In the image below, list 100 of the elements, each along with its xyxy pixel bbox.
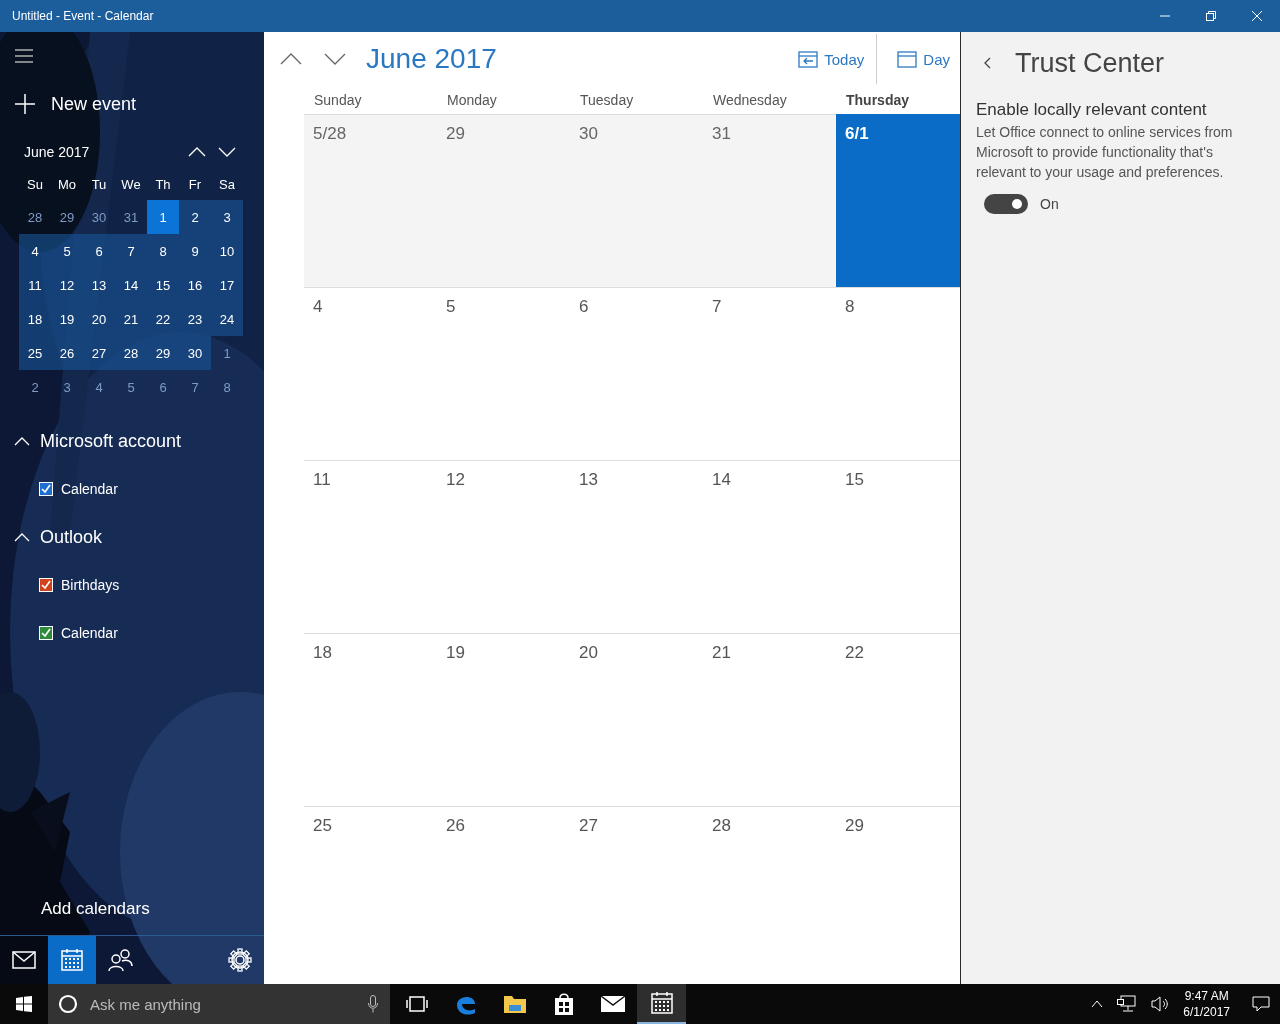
- calendar-day[interactable]: 3: [211, 200, 243, 234]
- volume-button[interactable]: [1151, 996, 1170, 1012]
- calendar-day[interactable]: 4: [19, 234, 51, 268]
- restore-icon: [1206, 11, 1216, 21]
- calendar-day[interactable]: 1: [211, 336, 243, 370]
- calendar-day[interactable]: 22: [147, 302, 179, 336]
- checkbox[interactable]: [39, 482, 53, 496]
- day-cell[interactable]: 7: [703, 287, 836, 460]
- calendar-day[interactable]: 5: [115, 370, 147, 404]
- calendar-day[interactable]: 2: [179, 200, 211, 234]
- day-cell[interactable]: 5: [437, 287, 570, 460]
- calendar-day[interactable]: 28: [19, 200, 51, 234]
- day-cell[interactable]: 6/1: [836, 114, 960, 287]
- calendar-day[interactable]: 15: [147, 268, 179, 302]
- menu-icon[interactable]: [15, 49, 33, 63]
- close-icon: [1252, 11, 1262, 21]
- speech-bubble-icon: [1252, 996, 1270, 1012]
- calendar-button[interactable]: [48, 936, 96, 984]
- day-cell[interactable]: 29: [437, 114, 570, 287]
- calendar-day[interactable]: 17: [211, 268, 243, 302]
- chevron-up-icon: [1091, 1000, 1104, 1008]
- calendar-day[interactable]: 11: [19, 268, 51, 302]
- calendar-day[interactable]: 14: [115, 268, 147, 302]
- calendar-icon: [897, 50, 918, 68]
- day-cell[interactable]: 11: [304, 460, 437, 633]
- calendar-day[interactable]: 9: [179, 234, 211, 268]
- checkbox[interactable]: [39, 626, 53, 640]
- day-cell[interactable]: 6: [570, 287, 703, 460]
- calendar-day[interactable]: 8: [147, 234, 179, 268]
- account-header[interactable]: Microsoft account: [0, 417, 188, 465]
- calendar-day[interactable]: 20: [83, 302, 115, 336]
- calendar-taskbar-button[interactable]: [637, 984, 686, 1024]
- day-cell[interactable]: 20: [570, 633, 703, 806]
- weekday-label: Sa: [218, 175, 236, 194]
- day-cell[interactable]: 14: [703, 460, 836, 633]
- day-view-button[interactable]: Day: [891, 39, 956, 79]
- calendar-day[interactable]: 2: [19, 370, 51, 404]
- calendar-day[interactable]: 7: [115, 234, 147, 268]
- calendar-day[interactable]: 21: [115, 302, 147, 336]
- window-title: Untitled - Event - Calendar: [11, 9, 155, 23]
- weekday-header: Thursday: [845, 92, 910, 108]
- circle-icon: [58, 994, 78, 1014]
- calendar-day[interactable]: 5: [51, 234, 83, 268]
- network-button[interactable]: [1117, 995, 1138, 1013]
- day-cell[interactable]: 30: [570, 114, 703, 287]
- calendar-day[interactable]: 31: [115, 200, 147, 234]
- calendar-day[interactable]: 6: [147, 370, 179, 404]
- action-center-button[interactable]: [1252, 996, 1270, 1012]
- add-calendars-link[interactable]: Add calendars: [0, 885, 156, 933]
- calendar-day[interactable]: 29: [51, 200, 83, 234]
- weekday-label: Su: [26, 175, 44, 194]
- calendar-day[interactable]: 23: [179, 302, 211, 336]
- day-cell[interactable]: 5/28: [304, 114, 437, 287]
- day-cell[interactable]: 4: [304, 287, 437, 460]
- account-header[interactable]: Outlook: [0, 513, 109, 561]
- day-cell[interactable]: 28: [703, 806, 836, 979]
- checkbox[interactable]: [39, 578, 53, 592]
- chevron-up-icon: [14, 532, 30, 542]
- calendar-day[interactable]: 8: [211, 370, 243, 404]
- calendar-day[interactable]: 16: [179, 268, 211, 302]
- calendar-day[interactable]: 18: [19, 302, 51, 336]
- calendar-day[interactable]: 27: [83, 336, 115, 370]
- calendar-day[interactable]: 1: [147, 200, 179, 234]
- calendar-day[interactable]: 12: [51, 268, 83, 302]
- calendar-day[interactable]: 7: [179, 370, 211, 404]
- calendar-day[interactable]: 10: [211, 234, 243, 268]
- calendar-day[interactable]: 19: [51, 302, 83, 336]
- network-icon: [1117, 995, 1138, 1013]
- day-cell[interactable]: 21: [703, 633, 836, 806]
- calendar-name: Calendar: [61, 481, 118, 497]
- day-cell[interactable]: 27: [570, 806, 703, 979]
- day-cell[interactable]: 18: [304, 633, 437, 806]
- weekday-header: Sunday: [313, 92, 363, 108]
- search-field[interactable]: Ask me anything: [88, 994, 368, 1014]
- calendar-day[interactable]: 30: [179, 336, 211, 370]
- day-cell[interactable]: 12: [437, 460, 570, 633]
- calendar-day[interactable]: 4: [83, 370, 115, 404]
- today-button[interactable]: Today: [792, 39, 871, 79]
- calendar-day[interactable]: 24: [211, 302, 243, 336]
- calendar-day[interactable]: 29: [147, 336, 179, 370]
- weekday-label: Mo: [56, 175, 78, 194]
- clock[interactable]: 9:47 AM 6/1/2017: [1183, 988, 1230, 1020]
- day-cell[interactable]: 25: [304, 806, 437, 979]
- day-cell[interactable]: 31: [703, 114, 836, 287]
- calendar-day[interactable]: 30: [83, 200, 115, 234]
- search-box[interactable]: Ask me anything: [48, 984, 390, 1024]
- day-cell[interactable]: 13: [570, 460, 703, 633]
- toggle-switch[interactable]: [984, 194, 1028, 214]
- plus-icon: [15, 94, 35, 114]
- calendar-day[interactable]: 6: [83, 234, 115, 268]
- day-cell[interactable]: 26: [437, 806, 570, 979]
- new-event-button[interactable]: New event: [0, 80, 143, 128]
- calendar-day[interactable]: 25: [19, 336, 51, 370]
- calendar-day[interactable]: 3: [51, 370, 83, 404]
- show-hidden-icons-button[interactable]: [1091, 1000, 1104, 1008]
- day-cell[interactable]: 19: [437, 633, 570, 806]
- calendar-day[interactable]: 13: [83, 268, 115, 302]
- settings-icon: [228, 948, 252, 972]
- calendar-day[interactable]: 26: [51, 336, 83, 370]
- calendar-day[interactable]: 28: [115, 336, 147, 370]
